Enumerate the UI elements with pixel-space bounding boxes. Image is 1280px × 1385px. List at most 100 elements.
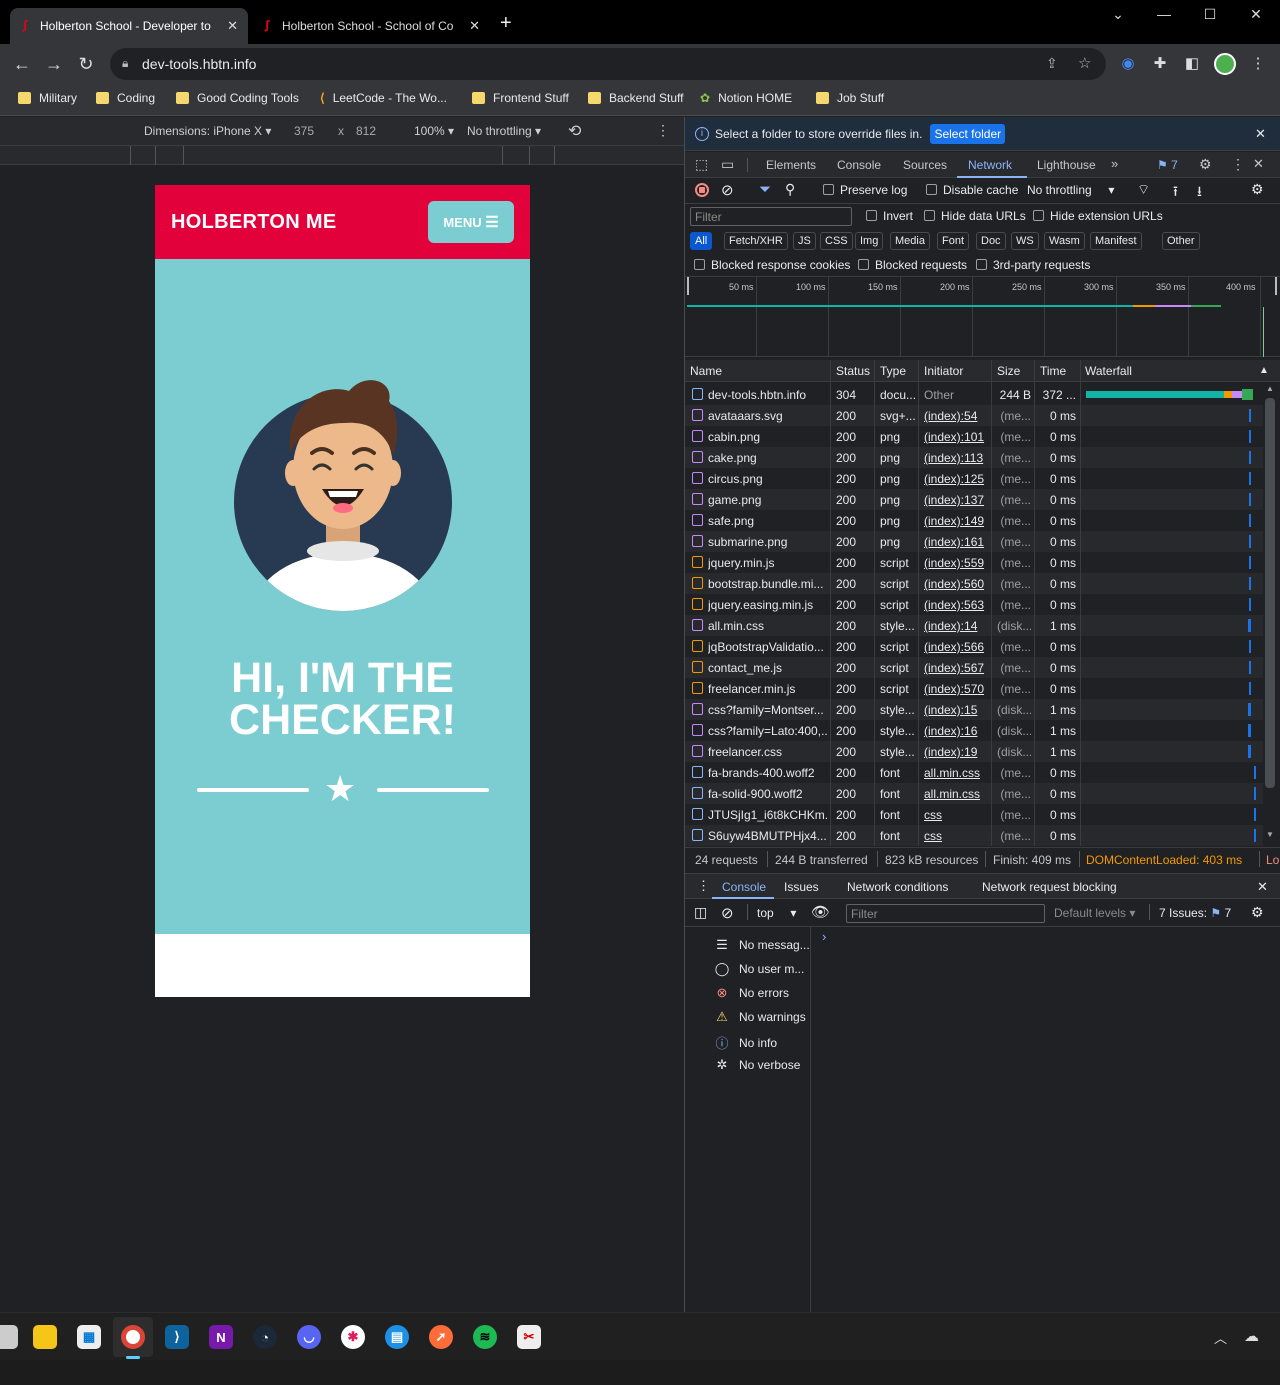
devtools-menu-icon[interactable]: ⋮ <box>1231 156 1245 173</box>
network-request-row[interactable]: JTUSjIg1_i6t8kCHKm... 200 font css (me... 0 m… <box>685 804 1263 825</box>
select-folder-button[interactable]: Select folder <box>930 123 1006 144</box>
sort-ascending-icon[interactable]: ▲ <box>1259 365 1269 376</box>
request-initiator[interactable]: all.min.css <box>924 766 989 780</box>
network-request-row[interactable]: fa-solid-900.woff2 200 font all.min.css (me.… <box>685 783 1263 804</box>
request-initiator[interactable]: (index):567 <box>924 661 989 675</box>
request-initiator[interactable]: (index):560 <box>924 577 989 591</box>
overview-handle-left[interactable] <box>687 277 689 295</box>
network-filter-input[interactable]: Filter <box>690 207 852 226</box>
network-request-row[interactable]: fa-brands-400.woff2 200 font all.min.css (me… <box>685 762 1263 783</box>
console-filter-messages[interactable]: ☰ No messag... <box>713 937 810 953</box>
request-initiator[interactable]: (index):101 <box>924 430 989 444</box>
request-initiator[interactable]: Other <box>924 388 989 402</box>
console-settings-gear-icon[interactable]: ⚙ <box>1251 904 1264 921</box>
clear-icon[interactable]: ⊘ <box>721 181 734 199</box>
network-overview-timeline[interactable]: 50 ms 100 ms 150 ms 200 ms 250 ms 300 ms… <box>685 277 1280 357</box>
network-request-row[interactable]: cabin.png 200 png (index):101 (me... 0 ms <box>685 426 1263 447</box>
extension-icon[interactable]: ◉ <box>1118 54 1138 72</box>
bookmark-backend-stuff[interactable]: Backend Stuff <box>588 91 684 105</box>
network-request-row[interactable]: dev-tools.hbtn.info 304 docu... Other 244 B 3… <box>685 384 1263 405</box>
checkbox[interactable] <box>866 210 877 221</box>
drawer-tab-console[interactable]: Console <box>722 880 766 894</box>
blocked-requests-checkbox[interactable]: Blocked requests <box>858 258 967 272</box>
checkbox[interactable] <box>924 210 935 221</box>
hide-extension-urls-checkbox[interactable]: Hide extension URLs <box>1033 209 1163 223</box>
request-initiator[interactable]: (index):566 <box>924 640 989 654</box>
network-request-row[interactable]: jqBootstrapValidatio... 200 script (index):… <box>685 636 1263 657</box>
scroll-up-icon[interactable]: ▲ <box>1266 384 1274 393</box>
column-type[interactable]: Type <box>880 364 906 378</box>
network-request-row[interactable]: safe.png 200 png (index):149 (me... 0 ms <box>685 510 1263 531</box>
device-toggle-icon[interactable]: ▭ <box>721 156 734 173</box>
scrollbar-thumb[interactable] <box>1265 398 1275 788</box>
network-request-row[interactable]: freelancer.css 200 style... (index):19 (disk… <box>685 741 1263 762</box>
request-initiator[interactable]: (index):570 <box>924 682 989 696</box>
network-request-row[interactable]: freelancer.min.js 200 script (index):570 (me… <box>685 678 1263 699</box>
overview-handle-right[interactable] <box>1275 277 1277 295</box>
filter-chip-font[interactable]: Font <box>937 232 970 250</box>
drawer-tab-network-conditions[interactable]: Network conditions <box>847 880 948 894</box>
console-prompt[interactable]: › <box>822 929 826 944</box>
page-brand[interactable]: HOLBERTON ME <box>171 211 336 234</box>
docker-icon[interactable]: ▤ <box>385 1325 409 1349</box>
request-list-scrollbar[interactable]: ▲ ▼ <box>1265 384 1277 844</box>
request-initiator[interactable]: css <box>924 829 989 843</box>
request-initiator[interactable]: (index):54 <box>924 409 989 423</box>
close-window-button[interactable]: ✕ <box>1244 6 1268 26</box>
filter-chip-ws[interactable]: WS <box>1011 232 1039 250</box>
filter-funnel-icon[interactable]: ⏷ <box>759 181 771 198</box>
filter-chip-wasm[interactable]: Wasm <box>1044 232 1085 250</box>
throttling-dropdown[interactable]: No throttling ▾ <box>1027 183 1114 197</box>
console-filter-input[interactable]: Filter <box>846 904 1045 923</box>
onedrive-cloud-icon[interactable]: ☁ <box>1244 1327 1259 1345</box>
more-tabs-icon[interactable]: » <box>1111 156 1118 171</box>
filter-chip-fetch-xhr[interactable]: Fetch/XHR <box>724 232 788 250</box>
menu-button[interactable]: MENU ☰ <box>428 201 514 243</box>
chrome-icon[interactable] <box>121 1325 145 1349</box>
bookmark-notion-home[interactable]: ✿ Notion HOME <box>700 91 792 105</box>
import-har-icon[interactable]: ⭱ <box>1173 181 1178 205</box>
search-icon[interactable]: ⚲ <box>785 181 795 198</box>
console-issues-button[interactable]: 7 Issues: ⚑ 7 <box>1159 906 1231 920</box>
request-initiator[interactable]: (index):14 <box>924 619 989 633</box>
kebab-menu-icon[interactable]: ⋮ <box>1248 54 1268 72</box>
network-request-row[interactable]: S6uyw4BMUTPHjx4... 200 font css (me... 0 ms <box>685 825 1263 846</box>
disable-cache-checkbox[interactable]: Disable cache <box>926 183 1018 197</box>
blocked-cookies-checkbox[interactable]: Blocked response cookies <box>694 258 850 272</box>
close-tab-icon[interactable]: ✕ <box>469 18 480 34</box>
address-bar[interactable]: 🔒︎ dev-tools.hbtn.info ⇪ ☆ <box>110 48 1106 80</box>
console-filter-errors[interactable]: ⊗ No errors <box>713 985 789 1001</box>
network-request-row[interactable]: avataaars.svg 200 svg+... (index):54 (me... 0… <box>685 405 1263 426</box>
close-devtools-icon[interactable]: ✕ <box>1253 156 1264 172</box>
close-tab-icon[interactable]: ✕ <box>227 18 238 34</box>
network-request-row[interactable]: contact_me.js 200 script (index):567 (me... 0… <box>685 657 1263 678</box>
request-initiator[interactable]: (index):19 <box>924 745 989 759</box>
minimize-button[interactable]: — <box>1152 6 1176 26</box>
hide-data-urls-checkbox[interactable]: Hide data URLs <box>924 209 1026 223</box>
request-initiator[interactable]: (index):149 <box>924 514 989 528</box>
checkbox[interactable] <box>1033 210 1044 221</box>
close-infobar-icon[interactable]: ✕ <box>1255 126 1266 142</box>
more-options-icon[interactable]: ⋮ <box>656 122 670 139</box>
console-filter-user-messages[interactable]: ◯ No user m... <box>713 961 805 977</box>
network-request-row[interactable]: submarine.png 200 png (index):161 (me... 0 ms <box>685 531 1263 552</box>
back-icon[interactable]: ← <box>10 52 34 76</box>
network-request-row[interactable]: circus.png 200 png (index):125 (me... 0 ms <box>685 468 1263 489</box>
network-request-row[interactable]: bootstrap.bundle.mi... 200 script (index):5… <box>685 573 1263 594</box>
export-har-icon[interactable]: ⭳ <box>1197 181 1202 205</box>
column-size[interactable]: Size <box>997 364 1020 378</box>
vscode-icon[interactable]: ⟩ <box>165 1325 189 1349</box>
bookmark-job-stuff[interactable]: Job Stuff <box>816 91 884 105</box>
column-initiator[interactable]: Initiator <box>924 364 963 378</box>
device-select[interactable]: Dimensions: iPhone X ▾ <box>144 124 271 138</box>
spotify-icon[interactable]: ≋ <box>473 1325 497 1349</box>
network-request-row[interactable]: css?family=Lato:400,... 200 style... (index… <box>685 720 1263 741</box>
network-settings-gear-icon[interactable]: ⚙ <box>1251 181 1264 198</box>
network-request-row[interactable]: game.png 200 png (index):137 (me... 0 ms <box>685 489 1263 510</box>
new-tab-button[interactable]: + <box>500 12 512 35</box>
network-request-row[interactable]: all.min.css 200 style... (index):14 (disk...… <box>685 615 1263 636</box>
tab-console[interactable]: Console <box>837 158 881 172</box>
filter-chip-manifest[interactable]: Manifest <box>1090 232 1142 250</box>
filter-chip-img[interactable]: Img <box>855 232 884 250</box>
request-initiator[interactable]: (index):15 <box>924 703 989 717</box>
